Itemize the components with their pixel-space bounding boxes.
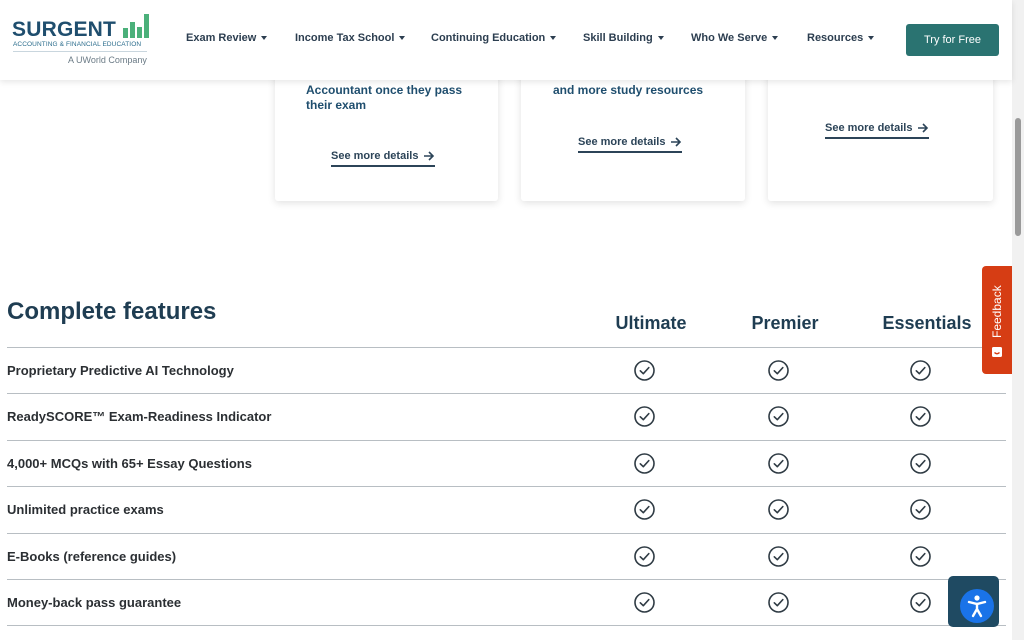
table-row: Money-back pass guarantee bbox=[7, 579, 1006, 625]
table-row: Proprietary Predictive AI Technology bbox=[7, 347, 1006, 393]
nav-label: Continuing Education bbox=[431, 32, 546, 44]
table-row: ReadySCORE™ Exam-Readiness Indicator bbox=[7, 393, 1006, 439]
logo-wordmark: SURGENT bbox=[12, 18, 117, 41]
logo-company: A UWorld Company bbox=[68, 55, 147, 65]
arrow-right-icon bbox=[671, 137, 682, 147]
plan-card: See more details bbox=[768, 60, 993, 201]
check-circle-icon bbox=[910, 406, 931, 428]
check-circle-icon bbox=[634, 499, 655, 520]
chevron-down-icon bbox=[550, 36, 557, 40]
plan-card: Accountant once they pass their exam See… bbox=[275, 60, 498, 201]
nav-label: Income Tax School bbox=[295, 32, 395, 44]
plan-card: and more study resources See more detail… bbox=[521, 60, 745, 201]
see-more-details-link[interactable]: See more details bbox=[331, 150, 436, 167]
table-row: E-Books (reference guides) bbox=[7, 532, 1006, 579]
chevron-down-icon bbox=[868, 36, 875, 40]
plan-header-premier: Premier bbox=[751, 313, 819, 333]
plan-header-ultimate: Ultimate bbox=[615, 313, 687, 333]
check-circle-icon bbox=[910, 592, 931, 613]
nav-label: Skill Building bbox=[583, 32, 653, 44]
check-circle-icon bbox=[768, 592, 789, 613]
nav-exam-review[interactable]: Exam Review bbox=[186, 32, 268, 44]
feature-label: Unlimited practice exams bbox=[7, 502, 164, 518]
see-more-details-link[interactable]: See more details bbox=[825, 122, 930, 139]
feature-label: ReadySCORE™ Exam-Readiness Indicator bbox=[7, 409, 272, 425]
nav-continuing-education[interactable]: Continuing Education bbox=[431, 32, 557, 44]
scrollbar-thumb[interactable] bbox=[1015, 118, 1021, 236]
card-description: and more study resources bbox=[553, 83, 704, 97]
logo-tagline: ACCOUNTING & FINANCIAL EDUCATION bbox=[13, 41, 142, 48]
nav-label: Resources bbox=[807, 32, 864, 44]
chevron-down-icon bbox=[772, 36, 779, 40]
surgent-logo[interactable]: SURGENT ACCOUNTING & FINANCIAL EDUCATION… bbox=[12, 12, 152, 68]
plan-header-essentials: Essentials bbox=[882, 313, 972, 333]
see-more-details-link[interactable]: See more details bbox=[578, 136, 683, 153]
accessibility-icon bbox=[960, 589, 994, 623]
check-circle-icon bbox=[910, 452, 931, 474]
feature-label: Money-back pass guarantee bbox=[7, 595, 182, 610]
check-circle-icon bbox=[768, 545, 789, 567]
table-row-partial bbox=[7, 625, 1006, 640]
check-circle-icon bbox=[768, 406, 789, 428]
check-circle-icon bbox=[634, 452, 655, 474]
check-circle-icon bbox=[910, 499, 931, 520]
nav-who-we-serve[interactable]: Who We Serve bbox=[691, 32, 779, 44]
nav-income-tax-school[interactable]: Income Tax School bbox=[295, 32, 406, 44]
feature-label: E-Books (reference guides) bbox=[7, 548, 177, 564]
logo-bars-icon bbox=[123, 14, 149, 38]
check-circle-icon bbox=[910, 545, 931, 567]
check-circle-icon bbox=[634, 360, 655, 381]
check-circle-icon bbox=[634, 406, 655, 428]
features-heading: Complete features bbox=[7, 298, 217, 325]
nav-label: Who We Serve bbox=[691, 32, 768, 44]
feedback-tab[interactable]: Feedback bbox=[982, 266, 1012, 374]
chevron-down-icon bbox=[399, 36, 406, 40]
check-circle-icon bbox=[768, 360, 789, 381]
feature-label: Proprietary Predictive AI Technology bbox=[7, 363, 234, 378]
table-row: 4,000+ MCQs with 65+ Essay Questions bbox=[7, 439, 1006, 486]
site-header: SURGENT ACCOUNTING & FINANCIAL EDUCATION… bbox=[0, 0, 1012, 80]
check-circle-icon bbox=[768, 452, 789, 474]
arrow-right-icon bbox=[918, 123, 929, 133]
check-circle-icon bbox=[634, 545, 655, 567]
feedback-label: Feedback bbox=[990, 285, 1004, 338]
chevron-down-icon bbox=[261, 36, 268, 40]
feature-label: 4,000+ MCQs with 65+ Essay Questions bbox=[7, 455, 252, 471]
nav-resources[interactable]: Resources bbox=[807, 32, 875, 44]
feedback-icon bbox=[992, 347, 1002, 357]
card-description: Accountant once they pass their exam bbox=[306, 83, 463, 112]
check-circle-icon bbox=[910, 360, 931, 381]
page-scrollbar[interactable] bbox=[1012, 0, 1024, 640]
chevron-down-icon bbox=[657, 36, 664, 40]
arrow-right-icon bbox=[424, 151, 435, 161]
nav-skill-building[interactable]: Skill Building bbox=[583, 32, 664, 44]
try-for-free-button[interactable]: Try for Free bbox=[906, 24, 999, 56]
logo-divider bbox=[13, 51, 147, 52]
table-row: Unlimited practice exams bbox=[7, 486, 1006, 532]
check-circle-icon bbox=[634, 592, 655, 613]
nav-label: Exam Review bbox=[186, 32, 257, 44]
check-circle-icon bbox=[768, 499, 789, 520]
accessibility-button[interactable] bbox=[948, 576, 999, 627]
